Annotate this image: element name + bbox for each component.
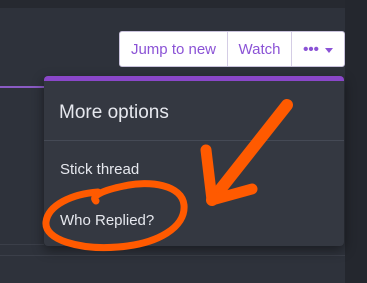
more-options-button[interactable]: ••• bbox=[291, 32, 344, 66]
background-divider bbox=[0, 244, 44, 245]
top-strip bbox=[0, 0, 345, 8]
menu-accent-bar bbox=[44, 76, 344, 81]
menu-item-stick-thread[interactable]: Stick thread bbox=[60, 161, 139, 178]
background-accent-line bbox=[0, 86, 44, 88]
background-divider bbox=[0, 255, 345, 256]
menu-title: More options bbox=[59, 102, 169, 123]
menu-divider bbox=[44, 140, 344, 141]
more-dots-icon: ••• bbox=[303, 40, 319, 58]
jump-to-new-button[interactable]: Jump to new bbox=[120, 32, 227, 66]
caret-down-icon bbox=[324, 47, 333, 53]
watch-button[interactable]: Watch bbox=[227, 32, 291, 66]
menu-item-who-replied[interactable]: Who Replied? bbox=[60, 212, 154, 229]
more-options-menu: More options Stick thread Who Replied? bbox=[44, 76, 344, 246]
thread-action-buttons: Jump to new Watch ••• bbox=[119, 31, 345, 67]
right-gutter bbox=[345, 0, 367, 283]
